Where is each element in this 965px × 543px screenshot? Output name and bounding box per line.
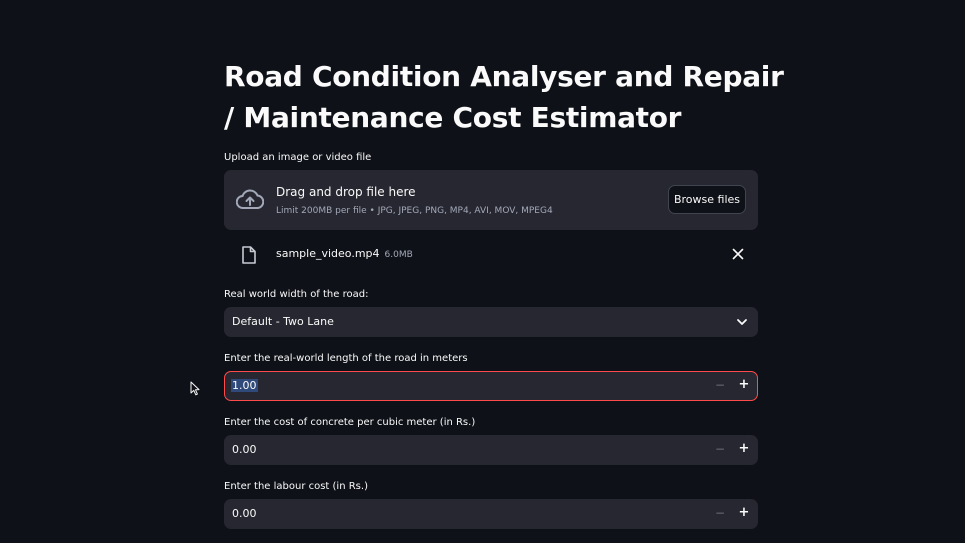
concrete-label: Enter the cost of concrete per cubic met… bbox=[224, 417, 476, 428]
labour-increment-button[interactable]: + bbox=[737, 505, 751, 521]
concrete-value[interactable]: 0.00 bbox=[231, 443, 258, 456]
file-name-text: sample_video.mp4 bbox=[276, 247, 380, 260]
length-value[interactable]: 1.00 bbox=[231, 379, 258, 392]
close-icon[interactable] bbox=[732, 248, 744, 260]
labour-label: Enter the labour cost (in Rs.) bbox=[224, 481, 368, 492]
app-page: Road Condition Analyser and Repair / Mai… bbox=[0, 0, 965, 543]
road-width-label: Real world width of the road: bbox=[224, 289, 369, 300]
road-width-selected: Default - Two Lane bbox=[232, 315, 334, 328]
file-dropzone[interactable]: Drag and drop file here Limit 200MB per … bbox=[224, 170, 758, 230]
concrete-increment-button[interactable]: + bbox=[737, 441, 751, 457]
road-width-select[interactable]: Default - Two Lane bbox=[224, 307, 758, 337]
uploaded-file-row: sample_video.mp4 6.0MB bbox=[224, 240, 758, 270]
dropzone-limits: Limit 200MB per file • JPG, JPEG, PNG, M… bbox=[276, 206, 553, 216]
file-icon bbox=[242, 246, 256, 264]
title-line-2: / Maintenance Cost Estimator bbox=[224, 101, 682, 134]
concrete-number-input[interactable]: 0.00 − + bbox=[224, 435, 758, 465]
cloud-upload-icon bbox=[236, 189, 264, 209]
length-decrement-button[interactable]: − bbox=[713, 378, 727, 394]
labour-decrement-button[interactable]: − bbox=[713, 506, 727, 522]
page-title: Road Condition Analyser and Repair / Mai… bbox=[224, 56, 784, 138]
title-line-1: Road Condition Analyser and Repair bbox=[224, 60, 784, 93]
browse-files-button[interactable]: Browse files bbox=[668, 185, 746, 214]
concrete-decrement-button[interactable]: − bbox=[713, 442, 727, 458]
labour-number-input[interactable]: 0.00 − + bbox=[224, 499, 758, 529]
mouse-pointer-icon bbox=[190, 381, 200, 396]
length-increment-button[interactable]: + bbox=[737, 377, 751, 393]
dropzone-title: Drag and drop file here bbox=[276, 185, 416, 199]
file-size-text: 6.0MB bbox=[384, 250, 413, 260]
length-label: Enter the real-world length of the road … bbox=[224, 353, 468, 364]
uploaded-file-name: sample_video.mp4 6.0MB bbox=[276, 247, 413, 260]
chevron-down-icon bbox=[737, 319, 747, 325]
labour-value[interactable]: 0.00 bbox=[231, 507, 258, 520]
upload-label: Upload an image or video file bbox=[224, 152, 372, 163]
length-number-input[interactable]: 1.00 − + bbox=[224, 371, 758, 401]
